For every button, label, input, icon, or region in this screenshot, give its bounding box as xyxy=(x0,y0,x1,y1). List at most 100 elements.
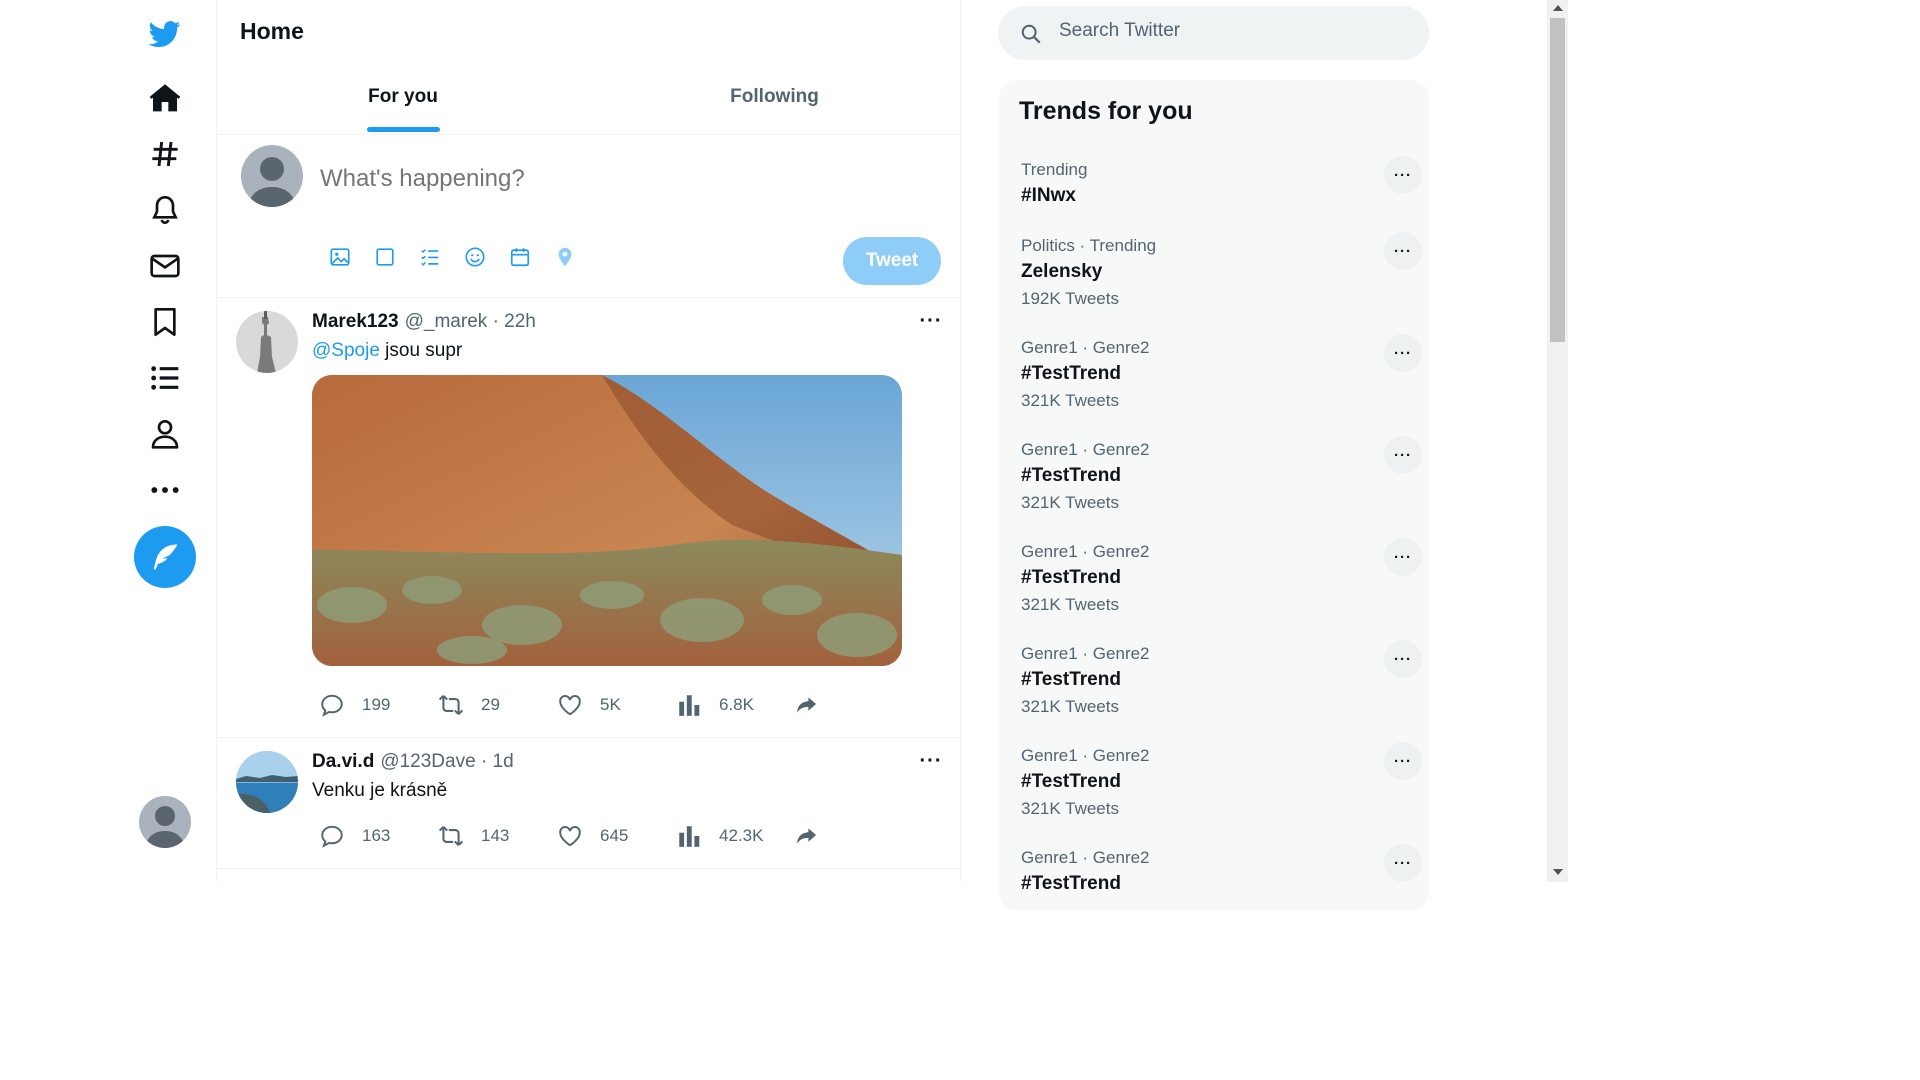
tweet-more-icon[interactable]: ··· xyxy=(917,750,945,773)
trend-category: Trending xyxy=(1021,160,1088,179)
retweet-count: 143 xyxy=(481,826,510,845)
tweet-author-avatar[interactable] xyxy=(236,311,298,373)
tweet-header: Da.vi.d @123Dave · 1d xyxy=(312,751,514,773)
retweet-icon xyxy=(438,826,464,846)
trend-more-icon[interactable]: ··· xyxy=(1384,844,1422,882)
profile-icon[interactable] xyxy=(145,414,185,454)
tweet-media-image[interactable] xyxy=(312,375,902,666)
envelope-messages-icon[interactable] xyxy=(145,246,185,286)
like-count: 645 xyxy=(600,826,629,845)
emoji-icon[interactable] xyxy=(463,245,487,269)
account-avatar[interactable] xyxy=(139,796,191,848)
tweet-composer: Tweet xyxy=(217,135,960,298)
trend-item[interactable]: Politics · Trending Zelensky 192K Tweets… xyxy=(999,232,1429,338)
reply-icon xyxy=(321,694,343,717)
trend-name: #TestTrend xyxy=(1021,669,1121,690)
twitter-logo-icon[interactable] xyxy=(145,14,185,54)
tweet[interactable]: Da.vi.d @123Dave · 1d ··· Venku je krásně… xyxy=(217,738,960,869)
tab-following[interactable]: Following xyxy=(589,64,960,135)
tab-for-you[interactable]: For you xyxy=(217,64,589,135)
tweet-time[interactable]: · 1d xyxy=(481,751,514,772)
trend-tweet-count: 321K Tweets xyxy=(1021,595,1119,614)
trend-more-icon[interactable]: ··· xyxy=(1384,436,1422,474)
tweet-text-body: jsou supr xyxy=(379,340,463,361)
views-button[interactable]: 6.8K xyxy=(676,692,795,718)
views-count: 42.3K xyxy=(719,826,764,845)
tweet-text: @Spoje jsou supr xyxy=(312,340,462,362)
search-icon xyxy=(1021,24,1041,44)
share-button[interactable] xyxy=(795,692,835,718)
page-scrollbar[interactable] xyxy=(1547,0,1568,882)
heart-icon xyxy=(559,695,581,716)
trend-name: Zelensky xyxy=(1021,261,1103,282)
tweet-mention-link[interactable]: @Spoje xyxy=(312,340,380,361)
tweet-author-name[interactable]: Marek123 xyxy=(312,311,399,332)
gif-square-icon[interactable] xyxy=(373,245,397,269)
schedule-icon[interactable] xyxy=(508,245,532,269)
hashtag-explore-icon[interactable] xyxy=(145,134,185,174)
page-title: Home xyxy=(240,18,304,44)
tweet[interactable]: Marek123 @_marek · 22h ··· @Spoje jsou su… xyxy=(217,298,960,738)
image-icon[interactable] xyxy=(328,245,352,269)
tweet-more-icon[interactable]: ··· xyxy=(917,310,945,333)
tweet-author-handle[interactable]: @_marek xyxy=(405,311,488,332)
trend-more-icon[interactable]: ··· xyxy=(1384,232,1422,270)
like-button[interactable]: 645 xyxy=(557,823,676,849)
timeline-tabs: For you Following xyxy=(217,64,960,135)
trend-more-icon[interactable]: ··· xyxy=(1384,334,1422,372)
tweet-author-avatar[interactable] xyxy=(236,751,298,813)
feather-compose-icon xyxy=(153,544,178,570)
bell-notifications-icon[interactable] xyxy=(145,190,185,230)
trend-item[interactable]: Genre1 · Genre2 #TestTrend 321K Tweets ·… xyxy=(999,538,1429,644)
tweet-button[interactable]: Tweet xyxy=(843,237,941,285)
trend-category: Genre1 · Genre2 xyxy=(1021,848,1150,867)
trend-item[interactable]: Genre1 · Genre2 #TestTrend 321K Tweets ·… xyxy=(999,334,1429,440)
trend-more-icon[interactable]: ··· xyxy=(1384,538,1422,576)
more-icon[interactable] xyxy=(145,470,185,510)
tweet-actions: 199 29 5K 6.8K xyxy=(319,692,835,718)
location-icon[interactable] xyxy=(553,245,577,269)
compose-text-input[interactable] xyxy=(320,165,820,193)
reply-count: 199 xyxy=(362,695,391,714)
trends-panel: Trends for you Trending #INwx ··· Politi… xyxy=(999,80,1429,910)
tweet-header: Marek123 @_marek · 22h xyxy=(312,311,536,333)
trend-item[interactable]: Genre1 · Genre2 #TestTrend ··· xyxy=(999,844,1429,950)
poll-icon[interactable] xyxy=(418,245,442,269)
trend-name: #TestTrend xyxy=(1021,567,1121,588)
search-input[interactable] xyxy=(1059,20,1399,42)
trend-name: #TestTrend xyxy=(1021,771,1121,792)
views-button[interactable]: 42.3K xyxy=(676,823,795,849)
compose-tweet-button[interactable] xyxy=(134,526,196,588)
reply-button[interactable]: 199 xyxy=(319,692,438,718)
trend-item[interactable]: Genre1 · Genre2 #TestTrend 321K Tweets ·… xyxy=(999,742,1429,848)
like-button[interactable]: 5K xyxy=(557,692,676,718)
trend-more-icon[interactable]: ··· xyxy=(1384,640,1422,678)
trend-item[interactable]: Genre1 · Genre2 #TestTrend 321K Tweets ·… xyxy=(999,640,1429,746)
main-timeline: Home For you Following What's happening?… xyxy=(217,0,961,882)
home-icon[interactable] xyxy=(145,78,185,118)
bookmark-icon[interactable] xyxy=(145,302,185,342)
views-count: 6.8K xyxy=(719,695,754,714)
tweet-time[interactable]: · 22h xyxy=(493,311,536,332)
retweet-count: 29 xyxy=(481,695,500,714)
like-count: 5K xyxy=(600,695,621,714)
share-button[interactable] xyxy=(795,823,835,849)
reply-button[interactable]: 163 xyxy=(319,823,438,849)
tweet-author-name[interactable]: Da.vi.d xyxy=(312,751,374,772)
share-arrow-icon xyxy=(796,828,817,844)
scroll-up-arrow-icon[interactable] xyxy=(1553,5,1563,11)
retweet-button[interactable]: 143 xyxy=(438,823,557,849)
scrollbar-thumb[interactable] xyxy=(1550,18,1565,342)
trend-category: Genre1 · Genre2 xyxy=(1021,542,1150,561)
tweet-author-handle[interactable]: @123Dave xyxy=(380,751,475,772)
trend-more-icon[interactable]: ··· xyxy=(1384,742,1422,780)
retweet-button[interactable]: 29 xyxy=(438,692,557,718)
tweet[interactable] xyxy=(217,869,960,882)
left-navigation xyxy=(0,0,217,882)
trend-more-icon[interactable]: ··· xyxy=(1384,156,1422,194)
scroll-down-arrow-icon[interactable] xyxy=(1553,869,1563,875)
list-icon[interactable] xyxy=(145,358,185,398)
trend-item[interactable]: Genre1 · Genre2 #TestTrend 321K Tweets ·… xyxy=(999,436,1429,542)
composer-avatar xyxy=(241,145,303,207)
trend-name: #TestTrend xyxy=(1021,465,1121,486)
